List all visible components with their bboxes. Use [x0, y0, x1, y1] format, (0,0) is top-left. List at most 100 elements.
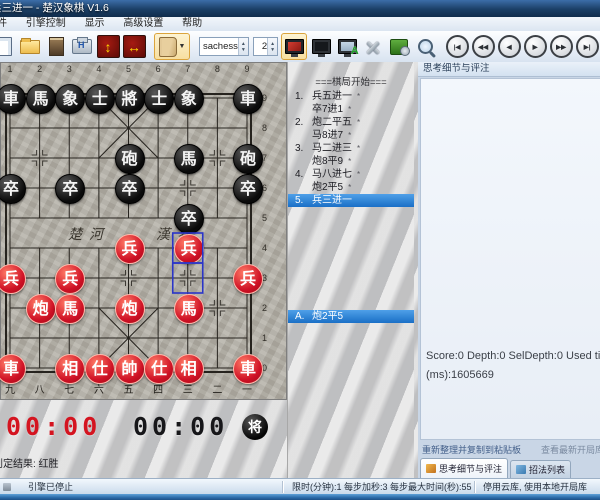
green-tool-icon [390, 39, 408, 55]
open-book-button[interactable]: ▼ [154, 33, 190, 60]
engine-view-button[interactable] [309, 34, 333, 59]
move-text: 马八进七 [312, 169, 352, 180]
flip-board-horizontal-button[interactable]: ↔ [122, 34, 146, 59]
status-bar: 引擎已停止 限时(分钟):1 每步加秒:3 每步最大时间(秒):55 停用云库,… [0, 478, 600, 495]
engine-select-value: sachess [200, 41, 238, 52]
new-file-button[interactable] [0, 34, 16, 59]
title-bar[interactable]: 兵三进一 - 楚汉象棋 V1.6 [0, 0, 600, 17]
move-row[interactable]: 4.马八进七 * [288, 168, 414, 181]
result-label: 判定结果: 红胜 [0, 455, 59, 470]
move-text: 炮8平9 [312, 156, 343, 167]
move-mark: * [357, 170, 360, 179]
move-row[interactable]: 1.兵五进一* [288, 90, 414, 103]
flip-horizontal-icon: ↔ [123, 35, 146, 58]
capture-button[interactable] [387, 34, 411, 59]
tab-icon [516, 465, 526, 474]
nav-first-icon: |◀ [454, 43, 461, 51]
move-row[interactable]: 炮8平9* [288, 155, 414, 168]
move-mark: * [357, 92, 360, 101]
edit-position-button[interactable] [44, 34, 68, 59]
clock-row: 00:00 00:00 将 [0, 412, 287, 444]
move-row[interactable]: A.炮2平5 [288, 310, 414, 323]
move-row[interactable]: 3.马二进三 * [288, 142, 414, 155]
copy-to-clipboard-link[interactable]: 重新整理并复制到粘贴板 [422, 443, 521, 457]
nav-back-button[interactable]: ◀ [498, 35, 521, 58]
move-text: 炮2平5 [312, 311, 343, 322]
book-move-list: A.炮2平5 [288, 310, 414, 323]
nav-last-icon: ▶| [584, 43, 591, 51]
analysis-tabs: 思考细节与评注 招法列表 [418, 459, 600, 478]
nav-rewind-button[interactable]: ◀◀ [472, 35, 495, 58]
move-mark: * [348, 131, 351, 140]
menu-item-engine-control[interactable]: 引擎控制 [26, 17, 66, 31]
nav-rewind-icon: ◀◀ [478, 43, 488, 51]
magnifier-icon [418, 39, 433, 54]
view-book-link[interactable]: 查看最新开局库 [541, 443, 600, 457]
nav-forward-icon: ▶▶ [556, 43, 566, 51]
move-mark: * [348, 105, 351, 114]
status-divider [474, 481, 475, 493]
move-row[interactable]: 5.兵三进一 [288, 194, 414, 207]
search-button[interactable] [413, 34, 437, 59]
move-number: 5. [295, 194, 312, 207]
red-screen-icon [285, 39, 304, 54]
engine-score-text: Score:0 Depth:0 SelDepth:0 Used time (ms… [426, 347, 600, 385]
computer-icon: A [338, 39, 357, 54]
move-row[interactable]: 2.炮二平五* [288, 116, 414, 129]
engine-select[interactable]: sachess ▲▼ [199, 37, 249, 56]
black-clock: 00:00 [133, 412, 228, 442]
status-time-settings: 限时(分钟):1 每步加秒:3 每步最大时间(秒):55 [292, 479, 472, 495]
move-list-header: ===棋局开始=== [288, 75, 414, 90]
move-mark: * [348, 183, 351, 192]
menu-item-display[interactable]: 显示 [85, 17, 105, 31]
letter-a-icon: A [351, 45, 359, 57]
tab-move-list[interactable]: 招法列表 [510, 460, 571, 478]
analysis-button[interactable]: A [335, 34, 359, 59]
move-row[interactable]: 炮2平5 * [288, 181, 414, 194]
engine-count-select[interactable]: 2 ▲▼ [253, 37, 278, 56]
tab-think-details[interactable]: 思考细节与评注 [420, 458, 508, 478]
engine-stop-button[interactable] [281, 33, 307, 60]
menu-item-help[interactable]: 帮助 [182, 17, 202, 31]
move-text: 炮2平5 [312, 182, 343, 193]
flip-board-vertical-button[interactable]: ↕ [96, 34, 120, 59]
open-file-button[interactable] [18, 34, 42, 59]
move-list: ===棋局开始===1.兵五进一*卒7进1*2.炮二平五*马8进7*3.马二进三… [288, 75, 414, 207]
save-button[interactable] [70, 34, 94, 59]
match-button[interactable] [361, 34, 385, 59]
spinner-icon[interactable]: ▲▼ [267, 38, 277, 55]
move-number: 4. [295, 168, 312, 181]
move-text: 马二进三 [312, 143, 352, 154]
board-panel: 楚河 漢界 123456789九八七六五四三二一9876543210車馬象士將士… [0, 62, 287, 478]
analysis-content: Score:0 Depth:0 SelDepth:0 Used time (ms… [420, 78, 600, 440]
menu-item-advanced-settings[interactable]: 高级设置 [123, 17, 163, 31]
move-row[interactable]: 马8进7 * [288, 129, 414, 142]
move-number: 3. [295, 142, 312, 155]
nav-last-button[interactable]: ▶| [576, 35, 599, 58]
turn-indicator-piece: 将 [242, 414, 268, 440]
position-card-icon [49, 37, 64, 56]
nav-first-button[interactable]: |◀ [446, 35, 469, 58]
flip-vertical-icon: ↕ [97, 35, 120, 58]
status-divider [282, 481, 283, 493]
menu-item-file[interactable]: 文件 [0, 17, 7, 31]
move-text: 炮二平五 [312, 117, 352, 128]
tab-label: 思考细节与评注 [439, 462, 502, 475]
nav-play-icon: ▶ [533, 43, 538, 51]
window-title: 兵三进一 - 楚汉象棋 V1.6 [0, 2, 109, 14]
move-mark: * [357, 144, 360, 153]
nav-play-button[interactable]: ▶ [524, 35, 547, 58]
move-mark: * [357, 118, 360, 127]
nav-back-icon: ◀ [507, 43, 512, 51]
move-number: A. [295, 310, 312, 323]
tab-icon [426, 464, 436, 473]
move-row[interactable]: 卒7进1* [288, 103, 414, 116]
move-text: 马8进7 [312, 130, 343, 141]
monitor-icon [312, 39, 331, 54]
status-engine-state: 引擎已停止 [28, 479, 73, 495]
status-book-info: 停用云库, 使用本地开局库 [483, 479, 587, 495]
selection-overlay [1, 63, 286, 399]
nav-forward-button[interactable]: ▶▶ [550, 35, 573, 58]
spinner-icon[interactable]: ▲▼ [238, 38, 248, 55]
xiangqi-board[interactable]: 楚河 漢界 123456789九八七六五四三二一9876543210車馬象士將士… [0, 62, 287, 400]
